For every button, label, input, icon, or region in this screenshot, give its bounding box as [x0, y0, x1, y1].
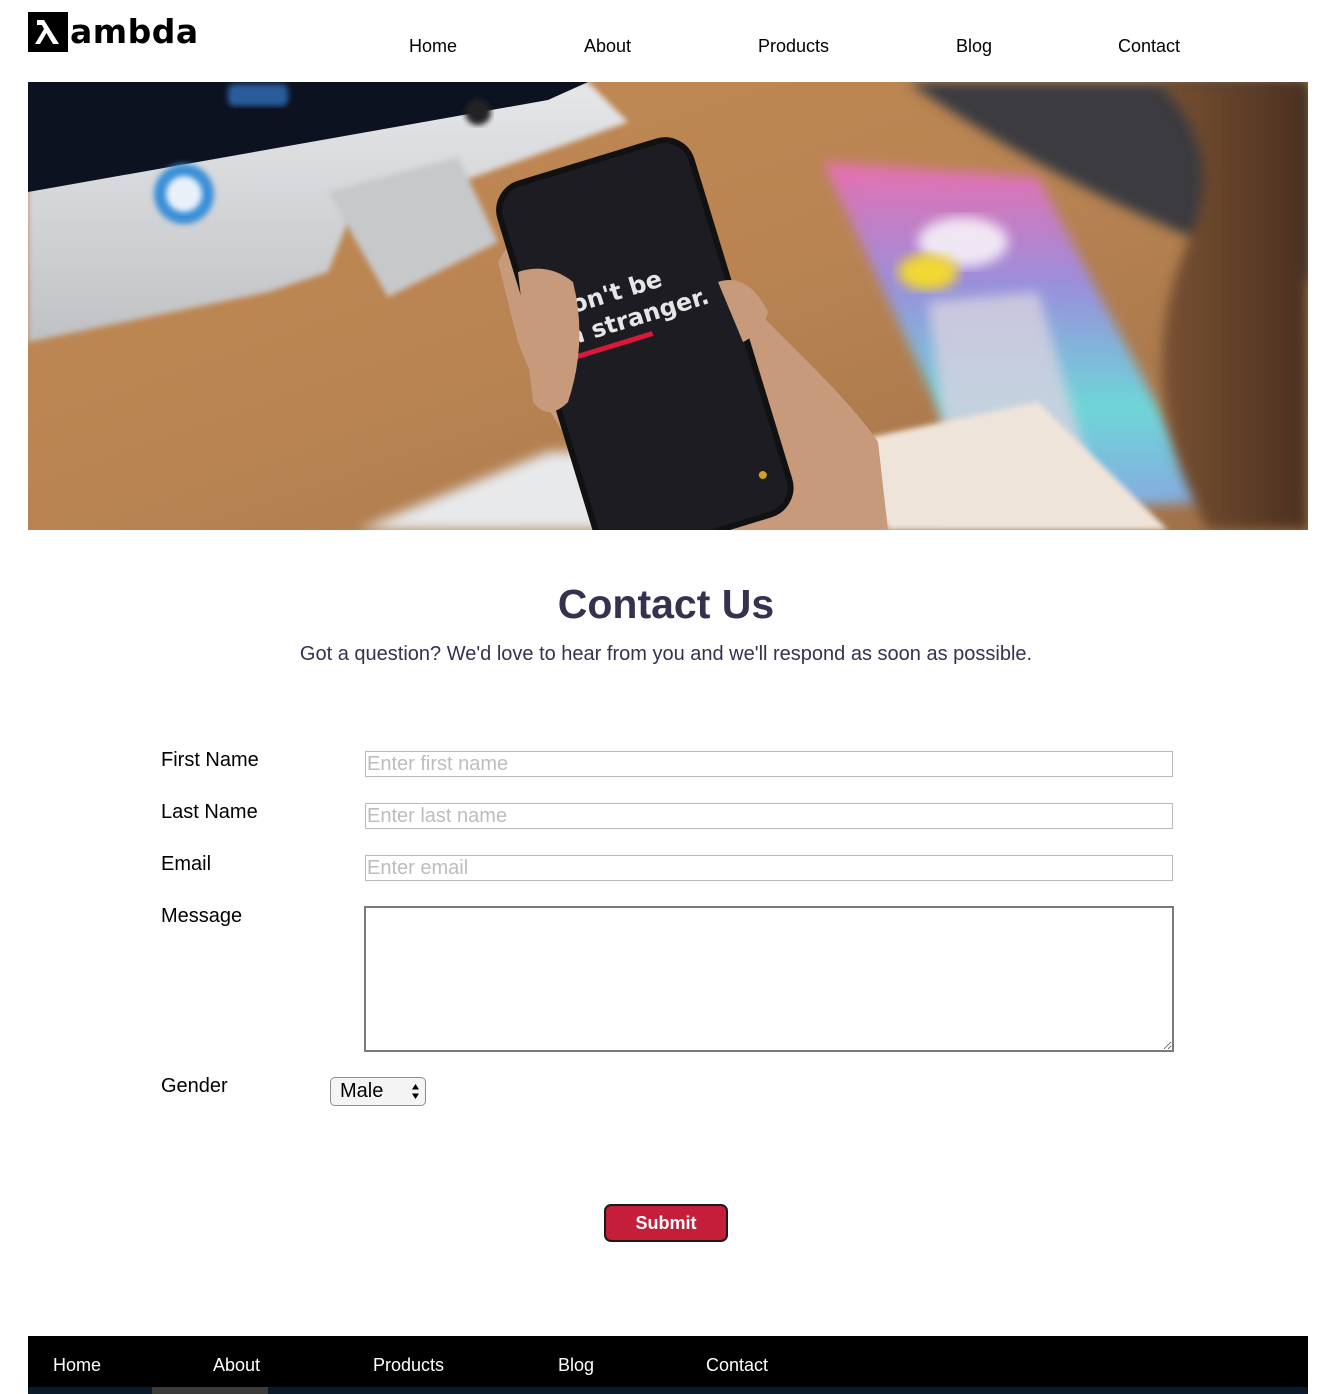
footer-nav-home[interactable]: Home	[53, 1355, 101, 1375]
gender-select[interactable]: Male	[330, 1077, 426, 1106]
footer-image-strip	[28, 1387, 1308, 1394]
nav-home[interactable]: Home	[409, 36, 457, 56]
footer-strip-block	[152, 1387, 268, 1394]
footer-nav-blog[interactable]: Blog	[558, 1355, 594, 1375]
page-title: Contact Us	[557, 581, 775, 627]
last-name-input[interactable]	[365, 803, 1173, 829]
nav-about[interactable]: About	[584, 36, 631, 56]
select-arrows-icon	[412, 1084, 419, 1099]
nav-contact[interactable]: Contact	[1118, 36, 1180, 56]
first-name-input[interactable]	[365, 751, 1173, 777]
email-input[interactable]	[365, 855, 1173, 881]
submit-button[interactable]: Submit	[604, 1204, 728, 1242]
footer-nav-about[interactable]: About	[213, 1355, 260, 1375]
lambda-icon	[28, 12, 68, 52]
gender-selected-value: Male	[340, 1080, 384, 1102]
nav-blog[interactable]: Blog	[956, 36, 992, 56]
footer-nav-contact[interactable]: Contact	[706, 1355, 768, 1375]
hero-image: don't be a stranger.	[28, 82, 1308, 530]
email-label: Email	[161, 853, 212, 875]
page-subtitle: Got a question? We'd love to hear from y…	[299, 643, 1033, 665]
footer-nav-products[interactable]: Products	[373, 1355, 444, 1375]
nav-products[interactable]: Products	[758, 36, 829, 56]
last-name-label: Last Name	[161, 801, 258, 823]
gender-label: Gender	[161, 1075, 228, 1097]
brand-name: ambda	[70, 12, 199, 51]
footer: Home About Products Blog Contact	[28, 1336, 1308, 1394]
contact-page: ambda Home About Products Blog Contact d…	[0, 0, 1332, 1394]
first-name-label: First Name	[161, 749, 259, 771]
message-label: Message	[161, 905, 243, 927]
brand-logo[interactable]: ambda	[28, 12, 199, 52]
message-textarea[interactable]	[364, 906, 1174, 1052]
